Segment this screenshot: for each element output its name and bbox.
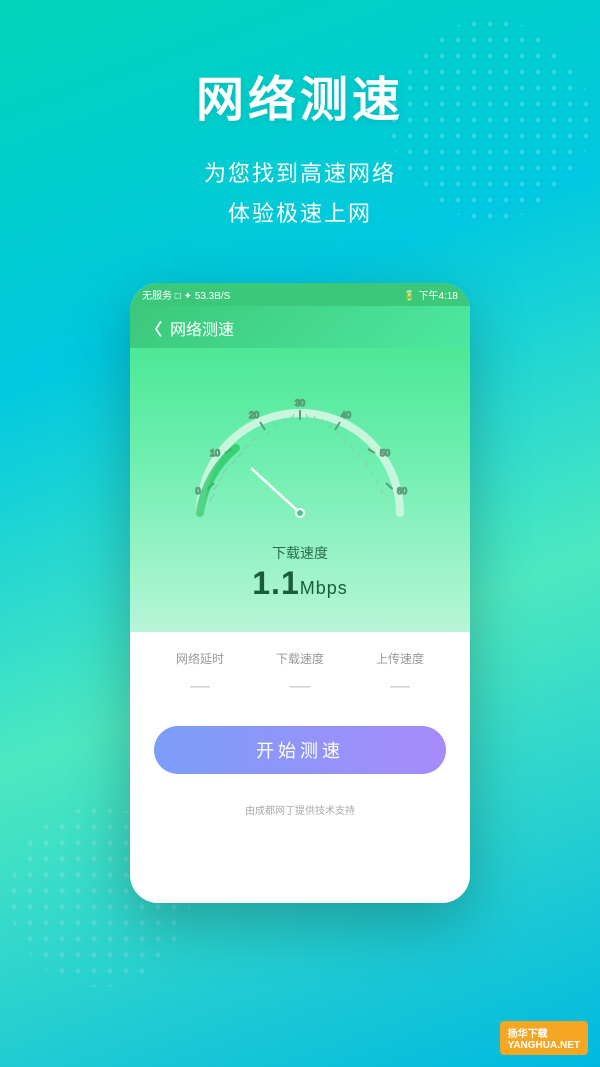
back-button[interactable]: 〈 xyxy=(146,316,162,340)
nav-bar: 〈 网络测速 xyxy=(130,306,470,348)
stat-latency: 网络延时 — xyxy=(150,650,250,698)
phone-mockup: 无服务 □ ✦ 53.3B/S 🔋 下午4:18 〈 网络测速 xyxy=(130,283,470,903)
speedometer-svg: 0 10 20 30 40 xyxy=(170,368,430,528)
speed-text-label: 下载速度 xyxy=(252,543,348,563)
stat-latency-value: — xyxy=(150,675,250,698)
subtitle-line1: 为您找到高速网络 xyxy=(0,154,600,194)
phone-container: 无服务 □ ✦ 53.3B/S 🔋 下午4:18 〈 网络测速 xyxy=(0,283,600,903)
status-left-text: 无服务 □ ✦ 53.3B/S xyxy=(142,287,230,302)
stats-row: 网络延时 — 下载速度 — 上传速度 — xyxy=(130,632,470,710)
speedometer-area: 0 10 20 30 40 xyxy=(130,348,470,632)
speed-display: 下载速度 1.1Mbps xyxy=(252,543,348,602)
speedometer-wrapper: 0 10 20 30 40 xyxy=(170,368,430,528)
watermark-line2: YANGHUA.NET xyxy=(508,1040,580,1051)
svg-text:0: 0 xyxy=(195,486,200,496)
stat-download-label: 下载速度 xyxy=(250,650,350,667)
status-left: 无服务 □ ✦ 53.3B/S xyxy=(142,287,230,302)
main-title: 网络测速 xyxy=(0,60,600,130)
subtitle-line2: 体验极速上网 xyxy=(0,194,600,234)
svg-text:60: 60 xyxy=(397,486,407,496)
nav-title: 网络测速 xyxy=(170,316,234,340)
stat-download: 下载速度 — xyxy=(250,650,350,698)
speed-unit: Mbps xyxy=(300,578,348,598)
header: 网络测速 为您找到高速网络 体验极速上网 xyxy=(0,0,600,253)
speed-value: 1.1Mbps xyxy=(252,565,348,602)
svg-text:30: 30 xyxy=(295,398,305,408)
start-test-button[interactable]: 开始测速 xyxy=(154,726,446,774)
stat-upload-value: — xyxy=(350,675,450,698)
stat-upload-label: 上传速度 xyxy=(350,650,450,667)
svg-text:10: 10 xyxy=(210,448,220,458)
watermark-line1: 扬华下载 xyxy=(508,1025,580,1040)
status-right-text: 🔋 下午4:18 xyxy=(403,287,458,302)
status-bar: 无服务 □ ✦ 53.3B/S 🔋 下午4:18 xyxy=(130,283,470,306)
svg-text:50: 50 xyxy=(380,448,390,458)
phone-footer: 由成都网丁提供技术支持 xyxy=(130,794,470,825)
btn-area: 开始测速 xyxy=(130,710,470,794)
stat-upload: 上传速度 — xyxy=(350,650,450,698)
svg-text:40: 40 xyxy=(341,410,351,420)
stat-download-value: — xyxy=(250,675,350,698)
status-right: 🔋 下午4:18 xyxy=(403,287,458,302)
watermark: 扬华下载 YANGHUA.NET xyxy=(500,1021,588,1055)
svg-text:20: 20 xyxy=(249,410,259,420)
stat-latency-label: 网络延时 xyxy=(150,650,250,667)
subtitle: 为您找到高速网络 体验极速上网 xyxy=(0,154,600,233)
